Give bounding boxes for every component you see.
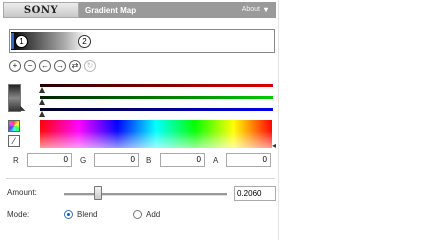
brand-logo: SONY [3,2,79,18]
mode-add-label[interactable]: Add [146,210,160,219]
mode-blend-label[interactable]: Blend [77,210,97,219]
amount-slider-thumb[interactable] [94,186,102,200]
mode-label: Mode: [7,210,30,219]
palette-icon[interactable] [8,120,20,132]
red-slider-thumb[interactable] [39,87,45,93]
g-input[interactable]: 0 [94,153,139,167]
mode-blend-radio[interactable] [64,210,73,219]
r-input[interactable]: 0 [27,153,72,167]
gradient-editor[interactable]: 1 2 [9,29,275,53]
amount-label: Amount: [7,188,37,197]
red-channel-slider[interactable] [40,84,273,87]
mode-add-radio[interactable] [133,210,142,219]
blue-channel-slider[interactable] [40,108,273,111]
a-input[interactable]: 0 [226,153,271,167]
r-label: R [13,156,19,165]
b-label: B [146,156,152,165]
b-input[interactable]: 0 [160,153,205,167]
stop-toolbar: + − ← → ⇄ ↻ [9,60,96,72]
panel-header: SONY Gradient Map About ▾ [3,2,276,18]
color-spectrum[interactable] [40,120,272,148]
panel-title-bar: Gradient Map About ▾ [79,2,276,18]
remove-stop-icon[interactable]: − [24,60,36,72]
blue-slider-thumb[interactable] [39,111,45,117]
panel-title: Gradient Map [85,5,137,15]
add-stop-icon[interactable]: + [9,60,21,72]
amount-slider[interactable] [64,193,227,196]
amount-input[interactable]: 0.2060 [234,186,276,201]
eyedropper-icon[interactable]: ⁄ [8,135,20,147]
green-channel-slider[interactable] [40,96,273,99]
spectrum-pointer-icon: ◂ [272,141,277,150]
divider [6,178,275,179]
move-left-icon[interactable]: ← [39,60,51,72]
green-slider-thumb[interactable] [39,99,45,105]
chevron-down-icon[interactable]: ▾ [260,3,272,16]
about-link[interactable]: About [242,6,260,13]
reset-icon[interactable]: ↻ [84,60,96,72]
swatch-pointer-icon: ◣ [20,105,26,112]
swap-icon[interactable]: ⇄ [69,60,81,72]
gradient-stop-1[interactable]: 1 [11,33,28,49]
g-label: G [80,156,87,165]
a-label: A [213,156,219,165]
gradient-stop-2[interactable]: 2 [78,35,91,48]
move-right-icon[interactable]: → [54,60,66,72]
